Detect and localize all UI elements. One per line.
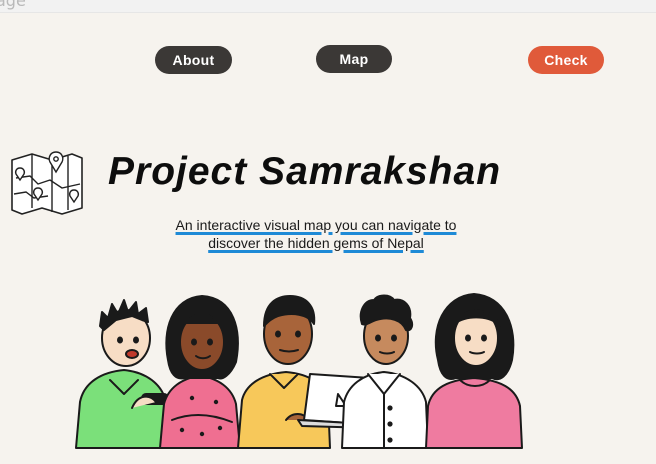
browser-top-strip: age: [0, 0, 656, 13]
about-button[interactable]: About: [155, 46, 232, 74]
map-button[interactable]: Map: [316, 45, 392, 73]
folded-map-icon: [11, 151, 83, 215]
check-button[interactable]: Check: [528, 46, 604, 74]
hero-subtitle-text: An interactive visual map you can naviga…: [175, 217, 457, 251]
hero-subtitle: An interactive visual map you can naviga…: [164, 216, 468, 252]
page-title: Project Samrakshan: [108, 150, 502, 193]
group-of-five-people-illustration: [75, 293, 523, 449]
top-strip-text: age: [0, 0, 26, 10]
